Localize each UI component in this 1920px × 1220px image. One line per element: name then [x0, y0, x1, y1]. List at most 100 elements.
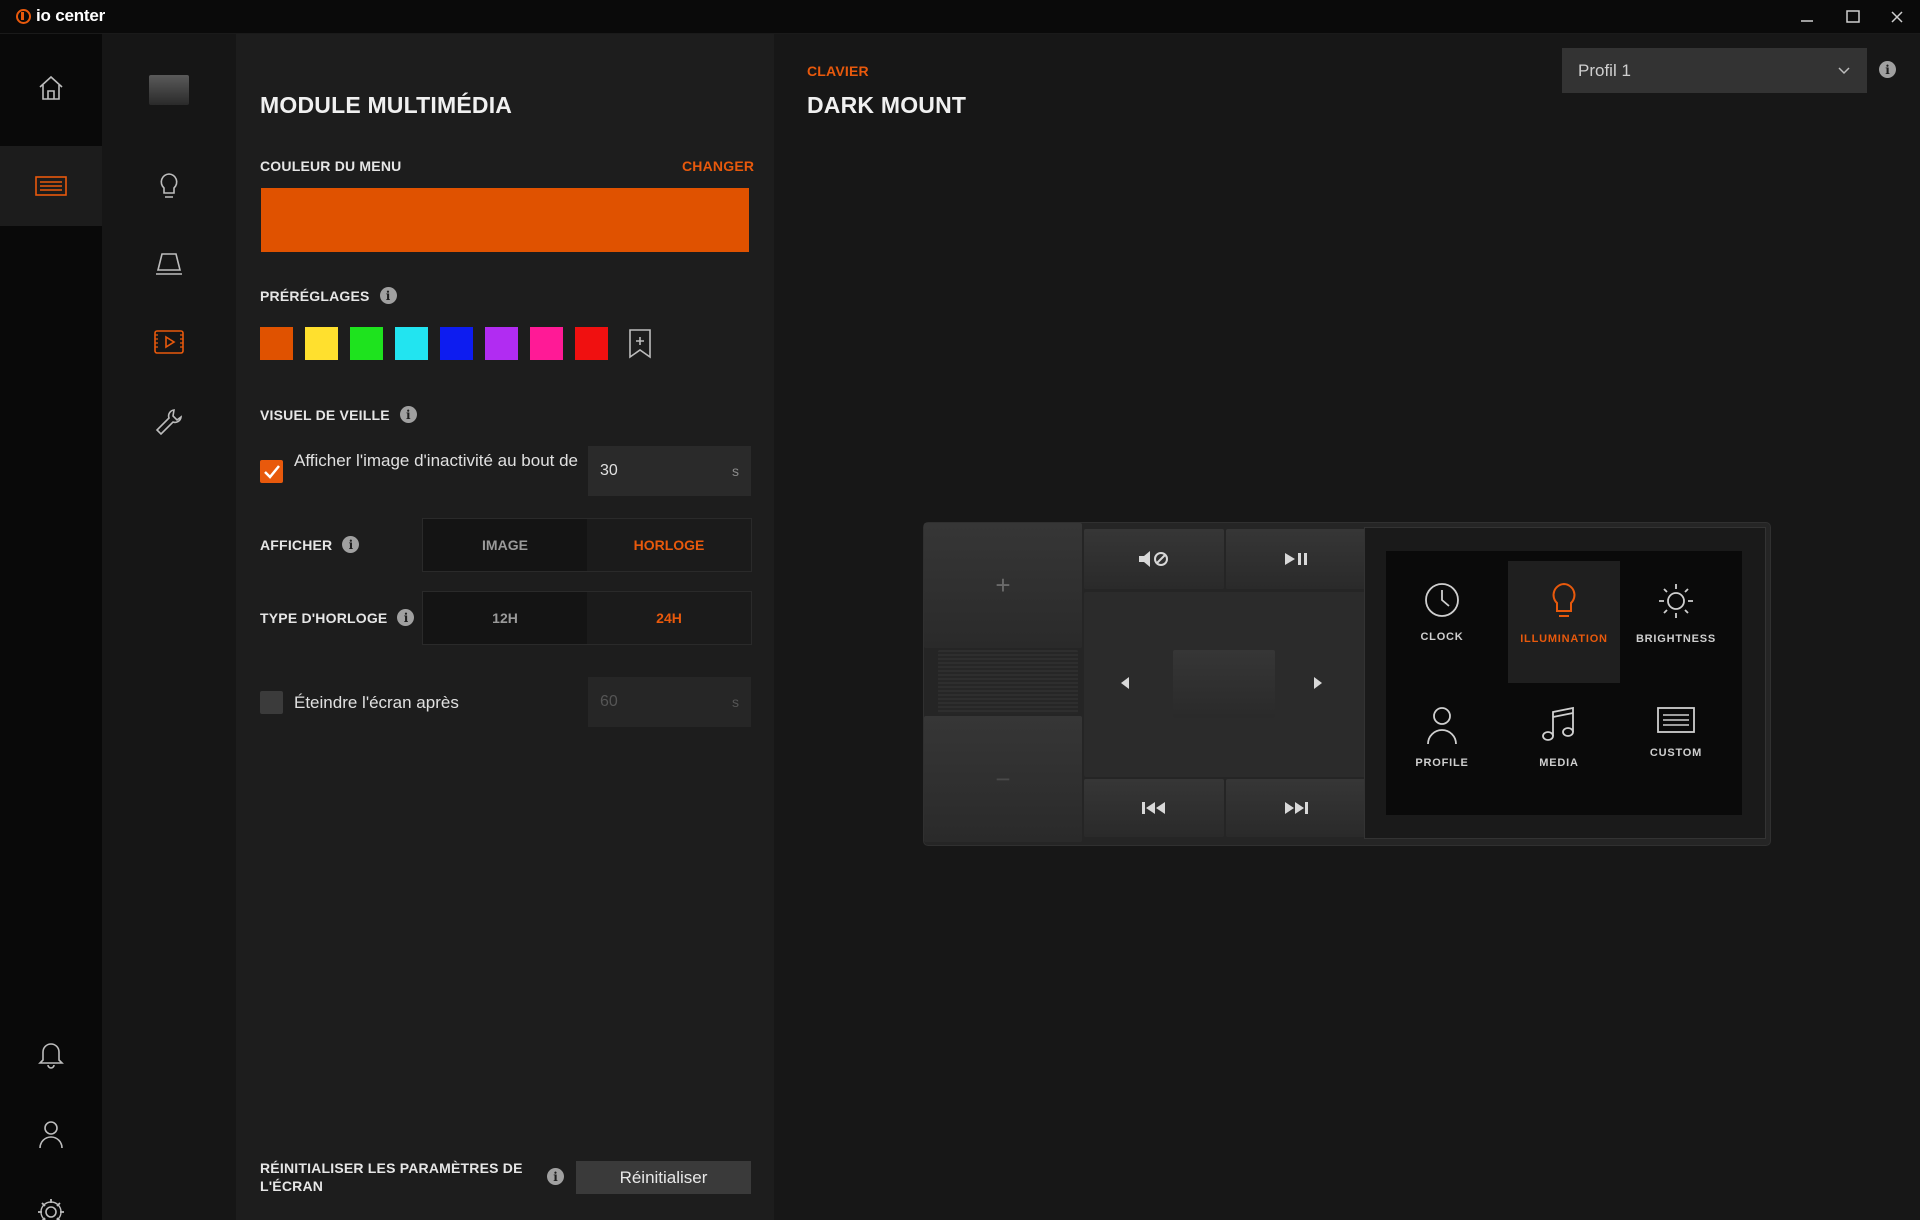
tile-label: MEDIA [1539, 757, 1579, 769]
minimize-button[interactable] [1784, 0, 1830, 34]
arrow-right-icon [1314, 677, 1322, 689]
multimedia-icon [154, 330, 184, 354]
user-icon [1427, 707, 1457, 745]
previous-track-icon [1142, 802, 1165, 814]
screen-off-checkbox[interactable] [260, 691, 283, 714]
lightbulb-icon [160, 173, 178, 198]
preset-swatch[interactable] [395, 327, 428, 360]
menu-color-label: COULEUR DU MENU [260, 158, 402, 174]
right-arrow-key[interactable] [1312, 676, 1324, 695]
mute-key[interactable] [1084, 529, 1224, 589]
screen-tile-brightness[interactable]: BRIGHTNESS [1620, 551, 1732, 673]
idle-delay-value: 30 [600, 462, 618, 479]
info-icon[interactable]: i [397, 609, 415, 626]
tile-label: PROFILE [1415, 757, 1469, 769]
add-preset-button[interactable] [625, 327, 655, 360]
nav-home[interactable] [0, 48, 102, 128]
play-pause-icon [1285, 553, 1307, 565]
main-nav-rail [0, 34, 102, 1220]
bell-icon [38, 1043, 64, 1069]
left-arrow-key[interactable] [1119, 676, 1131, 695]
maximize-icon [1846, 10, 1860, 23]
nav-notifications[interactable] [0, 1014, 102, 1094]
idle-image-text: Afficher l'image d'inactivité au bout de [294, 451, 579, 470]
screen-tile-profile[interactable]: PROFILE [1386, 675, 1498, 797]
app-name: io center [36, 6, 106, 25]
display-header: AFFICHER i [260, 536, 360, 553]
display-option-image[interactable]: IMAGE [423, 519, 587, 571]
clock-option-24h[interactable]: 24H [587, 592, 751, 644]
app-logo: io center [16, 6, 105, 26]
preset-swatch[interactable] [260, 327, 293, 360]
clock-type-toggle: 12H 24H [422, 591, 752, 645]
play-pause-key[interactable] [1226, 529, 1366, 589]
plus-label: + [995, 570, 1011, 600]
section-label: CLAVIER [807, 63, 869, 79]
center-key[interactable] [1173, 650, 1275, 718]
gear-icon [38, 1199, 64, 1220]
screen-tile-media[interactable]: MEDIA [1503, 675, 1615, 797]
volume-down-key[interactable]: − [924, 716, 1082, 842]
reset-label: RÉINITIALISER LES PARAMÈTRES DE L'ÉCRAN [260, 1160, 523, 1194]
idle-image-checkbox[interactable] [260, 460, 283, 483]
nav-account[interactable] [0, 1094, 102, 1174]
preset-swatch[interactable] [350, 327, 383, 360]
screen-tile-clock[interactable]: CLOCK [1386, 551, 1498, 673]
clock-type-label: TYPE D'HORLOGE [260, 609, 388, 626]
change-color-button[interactable]: CHANGER [682, 158, 754, 174]
screen-off-value: 60 [600, 693, 618, 710]
menu-color-preview[interactable] [261, 188, 749, 252]
tile-label: CUSTOM [1649, 747, 1703, 759]
arrow-left-icon [1121, 677, 1129, 689]
checkmark-icon [264, 465, 280, 479]
preset-swatch[interactable] [305, 327, 338, 360]
subnav-multimedia[interactable] [102, 312, 236, 372]
nav-settings[interactable] [0, 1172, 102, 1220]
subnav-display[interactable] [102, 234, 236, 294]
volume-up-key[interactable]: + [924, 523, 1082, 648]
info-icon[interactable]: i [547, 1168, 564, 1185]
clock-option-12h[interactable]: 12H [423, 592, 587, 644]
device-subnav [102, 34, 236, 1220]
maximize-button[interactable] [1830, 0, 1876, 34]
screen-off-text: Éteindre l'écran après [294, 693, 459, 712]
volume-wheel[interactable] [938, 650, 1078, 714]
preset-swatch[interactable] [530, 327, 563, 360]
display-option-clock[interactable]: HORLOGE [587, 519, 751, 571]
preset-swatch[interactable] [485, 327, 518, 360]
tile-label: BRIGHTNESS [1635, 633, 1717, 645]
idle-delay-input[interactable]: 30 s [588, 446, 751, 496]
home-icon [39, 75, 63, 100]
next-track-key[interactable] [1226, 779, 1366, 837]
close-button[interactable] [1874, 0, 1920, 34]
display-label: AFFICHER [260, 536, 333, 553]
device-thumbnail[interactable] [102, 60, 236, 120]
info-icon[interactable]: i [379, 287, 397, 304]
nav-keyboard[interactable] [0, 146, 102, 226]
display-toggle: IMAGE HORLOGE [422, 518, 752, 572]
screen-tile-custom[interactable]: CUSTOM [1620, 675, 1732, 797]
device-name: DARK MOUNT [807, 92, 967, 118]
info-icon[interactable]: i [399, 406, 417, 423]
mute-icon [1139, 551, 1168, 567]
preset-swatch[interactable] [575, 327, 608, 360]
title-bar: io center [0, 0, 1920, 34]
preset-swatch[interactable] [440, 327, 473, 360]
tile-label: ILLUMINATION [1520, 633, 1608, 645]
presets-label: PRÉRÉGLAGES [260, 287, 370, 304]
subnav-lighting[interactable] [102, 156, 236, 216]
info-icon[interactable]: i [1879, 61, 1896, 78]
screen-off-input[interactable]: 60 s [588, 677, 751, 727]
reset-button[interactable]: Réinitialiser [576, 1161, 751, 1194]
sun-icon [1659, 584, 1693, 618]
screen-off-unit: s [732, 694, 739, 710]
subnav-tools[interactable] [102, 392, 236, 452]
wrench-icon [155, 409, 182, 436]
profile-dropdown[interactable]: Profil 1 [1562, 48, 1867, 93]
previous-track-key[interactable] [1084, 779, 1224, 837]
screen-tile-illumination[interactable]: ILLUMINATION [1508, 561, 1620, 683]
info-icon[interactable]: i [342, 536, 360, 553]
tile-label: CLOCK [1420, 631, 1464, 643]
keyboard-icon [1657, 707, 1695, 733]
music-note-icon [1542, 706, 1574, 741]
